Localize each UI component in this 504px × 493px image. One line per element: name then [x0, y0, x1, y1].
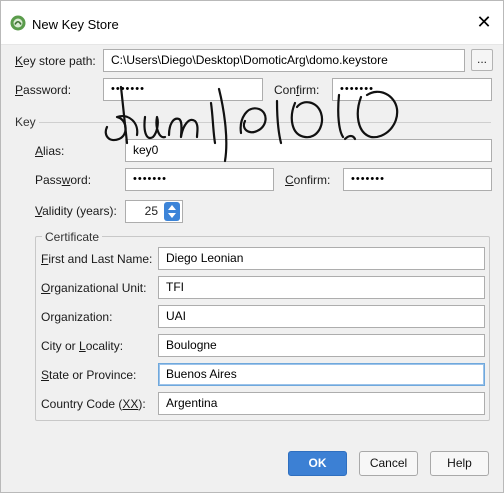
- key-confirm-field[interactable]: •••••••: [343, 168, 492, 191]
- city-label: City or Locality:: [41, 339, 124, 353]
- validity-stepper-arrows[interactable]: [164, 202, 180, 221]
- android-studio-icon: [10, 15, 26, 31]
- cancel-button[interactable]: Cancel: [359, 451, 418, 476]
- org-unit-field[interactable]: TFI: [158, 276, 485, 299]
- key-section-divider: [39, 122, 491, 123]
- certificate-title: Certificate: [42, 230, 103, 244]
- validity-label: Validity (years):: [35, 204, 117, 218]
- country-code-field[interactable]: Argentina: [158, 392, 485, 415]
- organization-field[interactable]: UAI: [158, 305, 485, 328]
- validity-spinner[interactable]: 25: [125, 200, 183, 223]
- keystore-confirm-label: Confirm:: [274, 83, 320, 97]
- keystore-confirm-field[interactable]: •••••••: [332, 78, 492, 101]
- first-last-name-label: First and Last Name:: [41, 252, 153, 266]
- key-password-label: Password:: [35, 173, 92, 187]
- organization-label: Organization:: [41, 310, 113, 324]
- country-code-label: Country Code (XX):: [41, 397, 146, 411]
- alias-field[interactable]: key0: [125, 139, 492, 162]
- chevron-down-icon[interactable]: [168, 213, 176, 218]
- first-last-name-field[interactable]: Diego Leonian: [158, 247, 485, 270]
- help-button[interactable]: Help: [430, 451, 489, 476]
- city-field[interactable]: Boulogne: [158, 334, 485, 357]
- key-password-field[interactable]: •••••••: [125, 168, 274, 191]
- keystore-password-label: Password:: [15, 83, 72, 97]
- org-unit-label: Organizational Unit:: [41, 281, 147, 295]
- chevron-up-icon[interactable]: [168, 205, 176, 210]
- keystore-path-label: Key store path:: [15, 54, 96, 68]
- alias-label: Alias:: [35, 144, 65, 158]
- keystore-path-field[interactable]: C:\Users\Diego\Desktop\DomoticArg\domo.k…: [103, 49, 465, 72]
- validity-value: 25: [144, 204, 158, 218]
- title-bar: New Key Store ✕: [1, 1, 503, 45]
- key-confirm-label: Confirm:: [285, 173, 331, 187]
- state-field[interactable]: Buenos Aires: [158, 363, 485, 386]
- keystore-password-field[interactable]: •••••••: [103, 78, 263, 101]
- ok-button[interactable]: OK: [288, 451, 347, 476]
- new-key-store-dialog: New Key Store ✕ Key store path: C:\Users…: [0, 0, 504, 493]
- window-title: New Key Store: [32, 17, 119, 32]
- browse-button[interactable]: ...: [471, 49, 493, 71]
- key-section-title: Key: [15, 115, 36, 129]
- close-icon[interactable]: ✕: [473, 11, 495, 33]
- state-label: State or Province:: [41, 368, 137, 382]
